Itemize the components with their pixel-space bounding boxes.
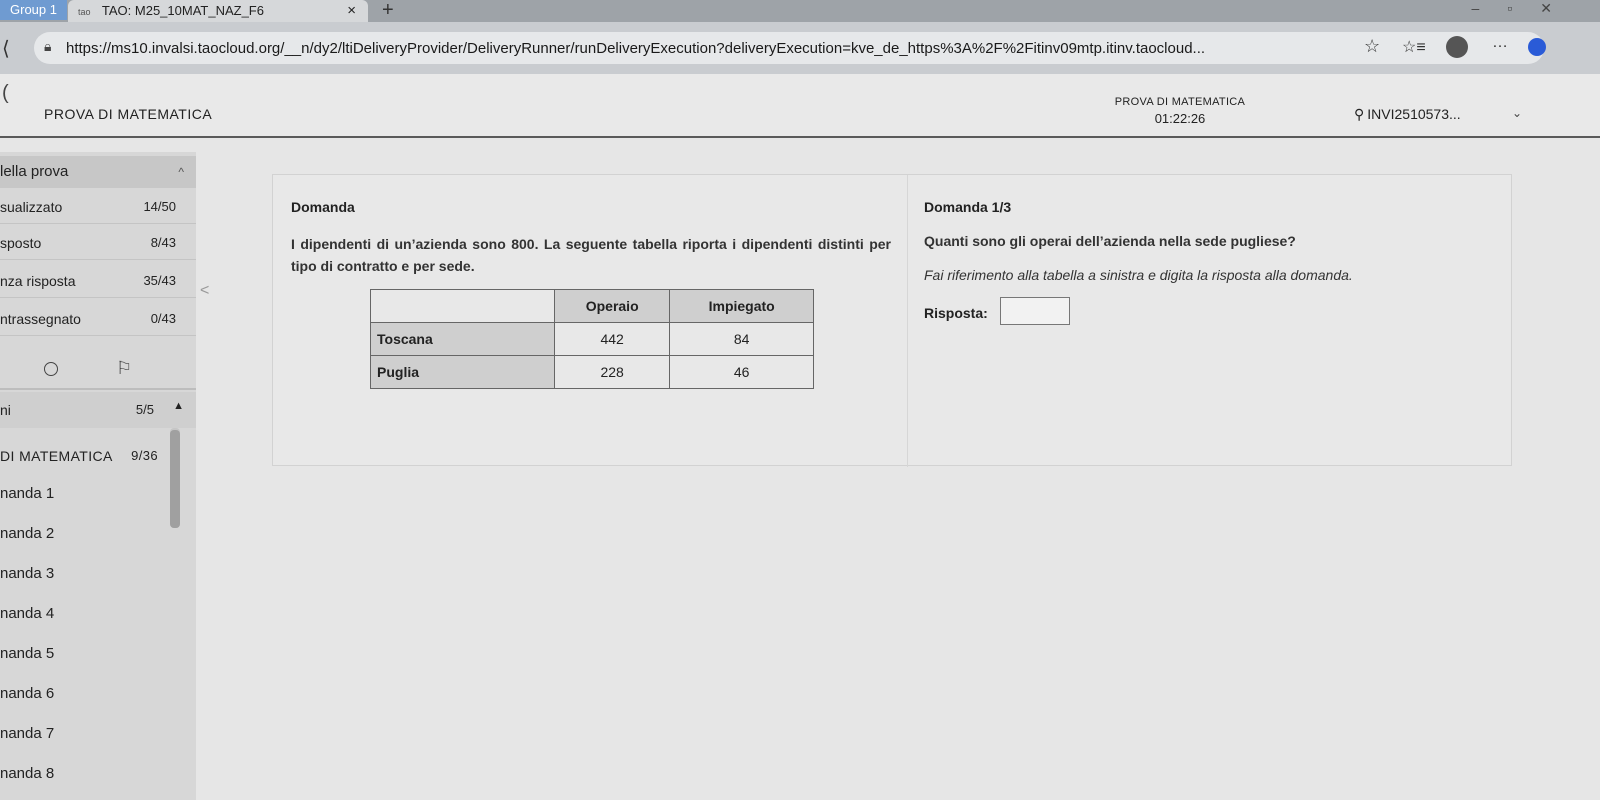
sidebar-stat-unanswered[interactable]: nza risposta 35/43 [0,264,196,298]
sidebar-section-title[interactable]: lella prova ^ [0,156,196,188]
answer-label: Risposta: [924,305,988,321]
tab-close-icon[interactable]: × [347,0,356,22]
table-cell: 84 [669,322,814,356]
sidebar-part[interactable]: DI MATEMATICA 9/36 [0,438,172,474]
sidebar-item-domanda-2[interactable]: nanda 2 [0,514,172,554]
favorites-icon[interactable]: ☆≡ [1402,37,1426,57]
interaction-panel: Domanda 1/3 Quanti sono gli operai dell’… [907,175,1513,467]
lock-icon[interactable]: 🔒︎ [44,38,51,55]
sidebar-item-domanda-4[interactable]: nanda 4 [0,594,172,634]
sidebar-item-domanda-3[interactable]: nanda 3 [0,554,172,594]
group-count: 5/5 [135,402,154,417]
triangle-up-icon[interactable]: ▲ [173,388,184,424]
question-prompt: Quanti sono gli operai dell’azienda nell… [924,233,1296,249]
table-header-cell: Impiegato [669,289,814,323]
table-header-row: Operaio Impiegato [370,289,814,323]
table-cell: 228 [553,355,671,389]
sidebar: lella prova ^ sualizzato 14/50 sposto 8/… [0,152,196,800]
tab-title: TAO: M25_10MAT_NAZ_F6 [101,3,264,18]
part-label: DI MATEMATICA [0,448,113,464]
stat-label: sualizzato [0,199,63,215]
sidebar-stat-flagged[interactable]: ntrassegnato 0/43 [0,302,196,336]
new-tab-icon[interactable]: + [382,0,394,22]
stimulus-panel: Domanda I dipendenti di un’azienda sono … [273,175,907,467]
sidebar-item-domanda-1[interactable]: nanda 1 [0,474,172,514]
app-header: ( PROVA DI MATEMATICA PROVA DI MATEMATIC… [0,74,1600,138]
stat-label: ntrassegnato [0,311,81,327]
sidebar-divider [0,388,196,390]
timer: 01:22:26 [1154,111,1206,126]
circle-icon[interactable] [44,362,58,376]
omnibox[interactable]: 🔒︎ https://ms10.invalsi.taocloud.org/__n… [34,32,1546,64]
sidebar-group[interactable]: ni 5/5 ▲ [0,392,196,428]
table-row-header: Puglia [370,355,555,389]
table-row: Toscana 442 84 [370,322,814,356]
sidebar-stat-answered[interactable]: sposto 8/43 [0,226,196,260]
bookmark-star-icon[interactable]: ☆ [1364,36,1380,57]
sidebar-scroll-thumb[interactable] [170,430,180,528]
sidebar-item-domanda-5[interactable]: nanda 5 [0,634,172,674]
url-text[interactable]: https://ms10.invalsi.taocloud.org/__n/dy… [66,40,1356,57]
stat-count: 8/43 [150,235,176,250]
table-cell: 46 [669,355,814,389]
user-id[interactable]: ⚲ INVI2510573... [1354,106,1461,123]
profile-avatar-icon[interactable] [1446,36,1468,58]
panel-heading: Domanda [291,199,355,215]
more-menu-icon[interactable]: … [1492,34,1508,52]
sidebar-section-label: lella prova [0,163,69,180]
stat-label: sposto [0,235,42,251]
collapse-sidebar-icon[interactable]: < [200,282,209,300]
answer-input[interactable] [1000,297,1070,325]
header-test-name: PROVA DI MATEMATICA [1114,96,1246,108]
flag-icon[interactable]: ⚐ [116,358,132,379]
stat-label: nza risposta [0,273,76,289]
table-corner-cell [370,289,555,323]
user-icon: ⚲ [1354,106,1365,122]
part-count: 9/36 [131,448,158,463]
address-bar-row: ⟨ 🔒︎ https://ms10.invalsi.taocloud.org/_… [0,22,1600,74]
sidebar-item-domanda-8[interactable]: nanda 8 [0,754,172,794]
browser-tab[interactable]: tao TAO: M25_10MAT_NAZ_F6 × [68,0,368,22]
tao-favicon-icon: tao [78,7,91,17]
question-instruction: Fai riferimento alla tabella a sinistra … [924,267,1353,283]
question-counter: Domanda 1/3 [924,199,1012,215]
window-controls[interactable]: –▫✕ [1472,0,1580,17]
chevron-up-icon[interactable]: ^ [178,156,184,188]
sidebar-stat-viewed[interactable]: sualizzato 14/50 [0,190,196,224]
header-center: PROVA DI MATEMATICA 01:22:26 [1080,96,1280,126]
stat-count: 14/50 [143,199,176,214]
tab-group-label[interactable]: Group 1 [0,0,67,20]
sidebar-item-domanda-7[interactable]: nanda 7 [0,714,172,754]
app-title: PROVA DI MATEMATICA [44,106,213,122]
browser-tabstrip: Group 1 tao TAO: M25_10MAT_NAZ_F6 × + –▫… [0,0,1600,22]
data-table: Operaio Impiegato Toscana 442 84 Puglia … [370,289,814,389]
sidebar-item-domanda-6[interactable]: nanda 6 [0,674,172,714]
sidebar-filter-icons: ⚐ [0,352,196,386]
table-row: Puglia 228 46 [370,355,814,389]
table-header-cell: Operaio [553,289,671,323]
table-cell: 442 [553,322,671,356]
question-stem: I dipendenti di un’azienda sono 800. La … [291,236,891,274]
user-id-text: INVI2510573... [1367,106,1461,122]
back-arrow-icon[interactable]: ⟨ [2,36,10,61]
extension-icon[interactable] [1528,38,1546,56]
chevron-down-icon[interactable]: ⌄ [1512,106,1522,120]
group-label: ni [0,402,11,418]
stat-count: 35/43 [143,273,176,288]
table-row-header: Toscana [370,322,555,356]
question-card: Domanda I dipendenti di un’azienda sono … [272,174,1513,467]
menu-icon[interactable]: ( [2,82,9,105]
stat-count: 0/43 [150,311,176,326]
